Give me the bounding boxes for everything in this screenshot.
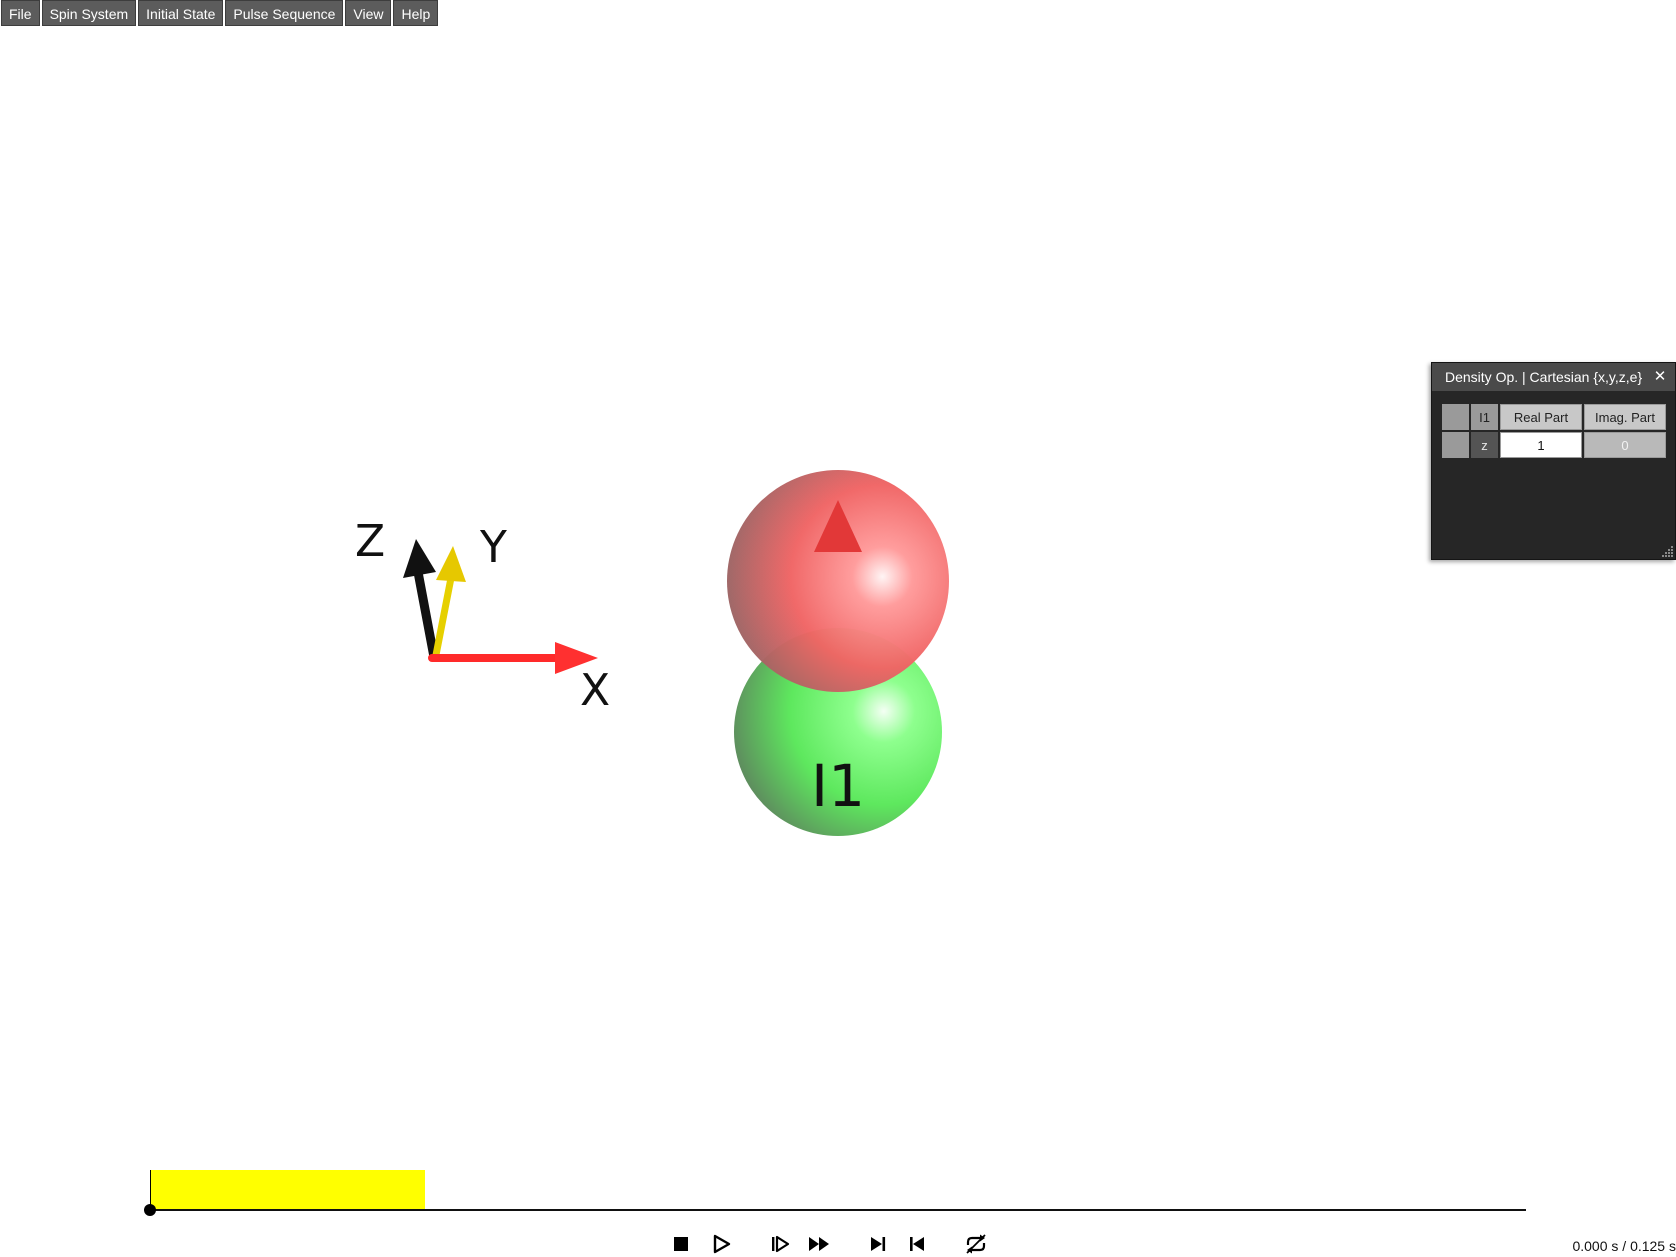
menu-help[interactable]: Help — [393, 0, 439, 26]
fast-forward-icon[interactable] — [806, 1231, 832, 1257]
imag-part-input[interactable]: 0 — [1584, 432, 1666, 458]
menu-pulse-sequence[interactable]: Pulse Sequence — [225, 0, 344, 26]
axis-gizmo: Z Y X — [355, 516, 610, 716]
timeline-axis[interactable] — [150, 1209, 1526, 1211]
z-axis-arrow — [403, 539, 439, 662]
density-operator-panel[interactable]: Density Op. | Cartesian {x,y,z,e} ✕ I1 R… — [1431, 362, 1676, 560]
skip-to-end-icon[interactable] — [865, 1231, 891, 1257]
spin-header: I1 — [1471, 404, 1498, 430]
pulse-block[interactable] — [151, 1170, 425, 1209]
spin-i1[interactable]: I1 — [727, 470, 949, 836]
stop-icon[interactable] — [669, 1231, 695, 1257]
z-axis-label: Z — [355, 516, 385, 567]
menu-initial-state[interactable]: Initial State — [138, 0, 224, 26]
resize-grip-icon[interactable] — [1660, 544, 1674, 558]
skip-to-start-icon[interactable] — [904, 1231, 930, 1257]
x-axis-arrow — [428, 642, 598, 674]
spin-viewport[interactable]: Z Y X I1 — [0, 0, 1676, 1160]
corner-cell — [1442, 404, 1469, 430]
playhead[interactable] — [144, 1204, 156, 1216]
y-axis-arrow — [432, 546, 466, 659]
panel-title: Density Op. | Cartesian {x,y,z,e} — [1445, 369, 1643, 385]
panel-title-bar[interactable]: Density Op. | Cartesian {x,y,z,e} ✕ — [1432, 363, 1675, 391]
total-time: 0.125 s — [1630, 1238, 1676, 1254]
loop-icon[interactable] — [963, 1231, 989, 1257]
real-part-header: Real Part — [1500, 404, 1582, 430]
time-separator: / — [1618, 1238, 1631, 1254]
current-time: 0.000 s — [1572, 1238, 1619, 1254]
time-readout: 0.000 s / 0.125 s — [1572, 1238, 1676, 1254]
play-icon[interactable] — [708, 1231, 734, 1257]
real-part-input[interactable]: 1 — [1500, 432, 1582, 458]
table-header-row: I1 Real Part Imag. Part — [1442, 404, 1666, 430]
playback-controls — [0, 1231, 1676, 1257]
close-icon[interactable]: ✕ — [1651, 363, 1669, 391]
imag-part-header: Imag. Part — [1584, 404, 1666, 430]
y-axis-label: Y — [479, 522, 507, 573]
menu-view[interactable]: View — [345, 0, 392, 26]
x-axis-label: X — [580, 665, 610, 716]
pulse-sequence-timeline[interactable]: 0.000 s / 0.125 s — [0, 1160, 1676, 1256]
spin-label: I1 — [811, 752, 865, 820]
menu-file[interactable]: File — [1, 0, 40, 26]
table-row: z 1 0 — [1442, 432, 1666, 458]
step-forward-icon[interactable] — [767, 1231, 793, 1257]
menu-bar: File Spin System Initial State Pulse Seq… — [0, 0, 439, 28]
component-label: z — [1471, 432, 1498, 458]
density-matrix-table: I1 Real Part Imag. Part z 1 0 — [1440, 402, 1668, 460]
row-handle — [1442, 432, 1469, 458]
menu-spin-system[interactable]: Spin System — [41, 0, 137, 26]
